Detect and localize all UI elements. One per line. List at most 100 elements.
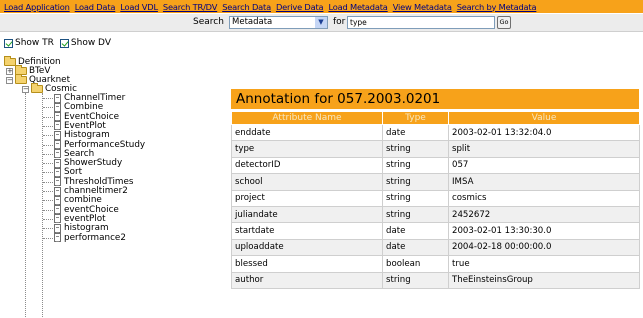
document-icon <box>54 223 61 233</box>
table-row: type string split <box>231 140 640 158</box>
cell-value: split <box>448 140 640 158</box>
table-row: project string cosmics <box>231 189 640 207</box>
go-button[interactable]: Go <box>497 16 511 29</box>
tree-guide-line <box>43 191 53 192</box>
document-icon <box>54 195 61 205</box>
tree-guide-line <box>43 200 53 202</box>
nav-load-metadata[interactable]: Load Metadata <box>328 2 387 12</box>
tree-guide-line <box>43 237 53 239</box>
top-nav-bar: Load Application Load Data Load VDL Sear… <box>0 0 643 13</box>
cell-attribute-name: uploaddate <box>231 238 383 257</box>
annotation-table: Attribute Name Type Value enddate date 200… <box>231 111 640 289</box>
cell-value: IMSA <box>448 173 640 191</box>
document-icon <box>54 102 61 112</box>
nav-load-vdl[interactable]: Load VDL <box>120 2 158 12</box>
cell-value: 2452672 <box>448 205 640 224</box>
cell-attribute-name: school <box>231 173 383 191</box>
document-icon <box>54 205 61 215</box>
for-label: for <box>333 17 346 27</box>
cell-attribute-name: startdate <box>231 222 383 240</box>
tree-guide-line <box>43 163 53 165</box>
tree-guide-line <box>43 172 53 174</box>
document-icon <box>54 177 61 187</box>
cell-value: true <box>448 255 640 273</box>
collapse-icon[interactable]: − <box>6 76 13 84</box>
cell-value: TheEinsteinsGroup <box>448 271 640 289</box>
nav-search-tr-dv[interactable]: Search TR/DV <box>163 2 217 12</box>
table-row: juliandate string 2452672 <box>231 205 640 224</box>
tree-item[interactable]: performance2 <box>54 233 126 243</box>
cell-attribute-name: enddate <box>231 123 383 142</box>
definition-tree: Definition + BTeV − Quarknet − Cosmic Ch… <box>0 56 225 318</box>
cell-value: 2004-02-18 00:00:00.0 <box>448 238 640 257</box>
cell-type: string <box>382 189 449 207</box>
search-type-select[interactable]: Metadata ▼ <box>229 16 328 29</box>
cell-type: string <box>382 271 449 289</box>
tree-guide-line <box>43 107 53 109</box>
cell-value: 2003-02-01 13:30:30.0 <box>448 222 640 240</box>
nav-load-data[interactable]: Load Data <box>75 2 116 12</box>
tree-guide-line <box>43 218 53 220</box>
tree-guide-line <box>43 98 53 99</box>
cell-attribute-name: type <box>231 140 383 158</box>
show-dv-label: Show DV <box>70 38 111 48</box>
cell-attribute-name: project <box>231 189 383 207</box>
tree-item-label: performance2 <box>64 232 126 243</box>
show-tr-label: Show TR <box>15 38 54 48</box>
folder-open-icon <box>31 83 43 93</box>
annotation-title: Annotation for 057.2003.0201 <box>231 89 639 109</box>
document-icon <box>54 186 61 196</box>
document-icon <box>54 158 61 168</box>
cell-attribute-name: author <box>231 271 383 289</box>
table-row: uploaddate date 2004-02-18 00:00:00.0 <box>231 238 640 257</box>
cell-value: 2003-02-01 13:32:04.0 <box>448 123 640 142</box>
column-header-value: Value <box>448 111 640 125</box>
search-label: Search <box>193 17 224 27</box>
nav-load-application[interactable]: Load Application <box>4 2 70 12</box>
cell-type: string <box>382 205 449 224</box>
tree-guide-line <box>43 181 53 183</box>
tree-guide-line <box>43 135 53 137</box>
nav-search-data[interactable]: Search Data <box>222 2 271 12</box>
table-row: school string IMSA <box>231 173 640 191</box>
tree-guide-line <box>43 116 53 118</box>
document-icon <box>54 214 61 224</box>
document-icon <box>54 140 61 149</box>
cell-value: 057 <box>448 156 640 175</box>
show-tr-checkbox[interactable] <box>4 38 13 48</box>
cell-type: date <box>382 123 449 142</box>
show-options: Show TR Show DV <box>4 38 117 48</box>
document-icon <box>54 130 61 140</box>
search-input[interactable]: type <box>347 16 495 29</box>
document-icon <box>54 233 61 242</box>
document-icon <box>54 112 61 122</box>
search-type-value: Metadata <box>232 17 273 27</box>
table-row: startdate date 2003-02-01 13:30:30.0 <box>231 222 640 240</box>
cell-type: string <box>382 156 449 175</box>
cell-value: cosmics <box>448 189 640 207</box>
search-bar: Search Metadata ▼ for type Go <box>0 14 643 32</box>
collapse-icon[interactable]: − <box>22 85 29 93</box>
tree-guide-line <box>43 153 53 155</box>
table-row: detectorID string 057 <box>231 156 640 175</box>
expand-icon[interactable]: + <box>6 67 13 75</box>
nav-search-by-metadata[interactable]: Search by Metadata <box>457 2 537 12</box>
show-dv-checkbox[interactable] <box>59 38 69 48</box>
folder-open-icon <box>15 74 27 84</box>
cell-attribute-name: detectorID <box>231 156 383 175</box>
tree-guide-line <box>43 209 53 211</box>
cell-type: string <box>382 140 449 158</box>
cell-attribute-name: juliandate <box>231 205 383 224</box>
nav-view-metadata[interactable]: View Metadata <box>393 2 452 12</box>
nav-derive-data[interactable]: Derive Data <box>276 2 324 12</box>
document-icon <box>54 93 61 103</box>
column-header-attribute: Attribute Name <box>231 111 383 125</box>
annotation-header-row: Attribute Name Type Value <box>231 111 640 125</box>
annotation-rows: enddate date 2003-02-01 13:32:04.0 type stri… <box>231 123 640 289</box>
tree-guide-line <box>43 228 53 230</box>
document-icon <box>54 167 61 177</box>
cell-type: date <box>382 222 449 240</box>
chevron-down-icon[interactable]: ▼ <box>315 17 327 28</box>
cell-attribute-name: blessed <box>231 255 383 273</box>
table-row: enddate date 2003-02-01 13:32:04.0 <box>231 123 640 142</box>
